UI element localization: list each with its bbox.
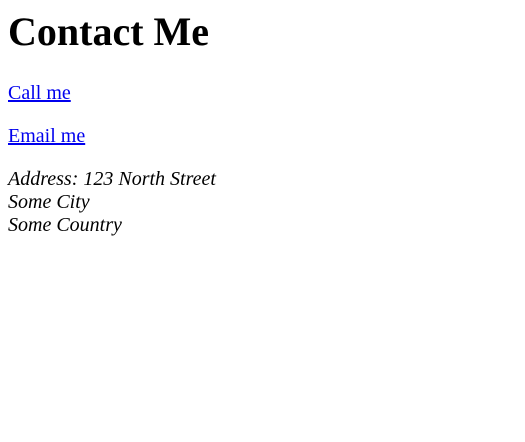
page-body: Contact Me Call me Email me Address: 123… [0,0,525,442]
address-line-street: Address: 123 North Street [8,168,216,190]
address-block: Address: 123 North Street Some City Some… [8,168,216,237]
page-title: Contact Me [8,9,210,54]
email-me-link[interactable]: Email me [8,125,85,148]
address-line-country: Some Country [8,214,122,236]
address-line-city: Some City [8,191,90,213]
call-me-link[interactable]: Call me [8,82,71,105]
